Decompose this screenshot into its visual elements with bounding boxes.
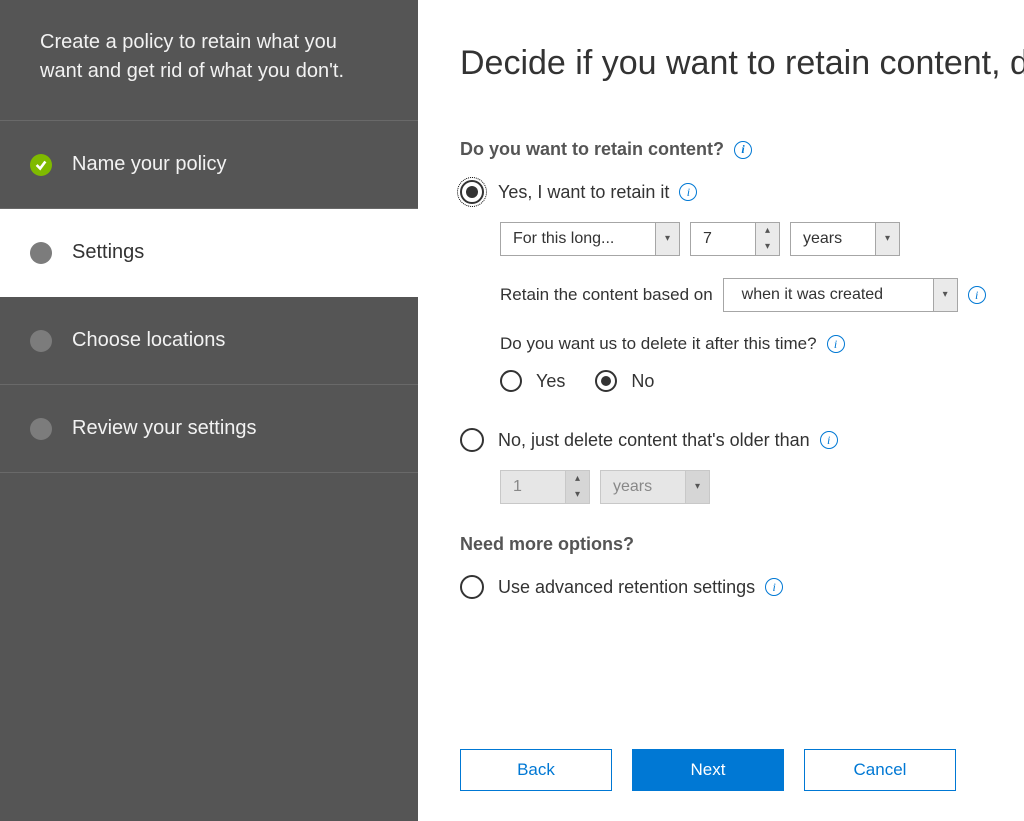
more-options-label: Need more options? — [460, 534, 1024, 555]
retain-duration-input[interactable]: 7 ▴▾ — [690, 222, 780, 256]
delete-duration-input: 1 ▴▾ — [500, 470, 590, 504]
option-retain-row: Yes, I want to retain it i — [460, 180, 1024, 204]
delete-question: Do you want us to delete it after this t… — [500, 334, 1024, 354]
chevron-down-icon: ▾ — [655, 223, 679, 255]
radio-delete-only-label: No, just delete content that's older tha… — [498, 430, 838, 451]
info-icon[interactable]: i — [679, 183, 697, 201]
info-icon[interactable]: i — [827, 335, 845, 353]
spinner-buttons[interactable]: ▴▾ — [755, 223, 779, 255]
option-advanced-row: Use advanced retention settings i — [460, 575, 1024, 599]
info-icon[interactable]: i — [734, 141, 752, 159]
radio-retain-label: Yes, I want to retain it i — [498, 182, 697, 203]
chevron-down-icon: ▾ — [933, 279, 957, 311]
info-icon[interactable]: i — [968, 286, 986, 304]
option-delete-only-row: No, just delete content that's older tha… — [460, 428, 1024, 452]
main-panel: Decide if you want to retain content, d … — [418, 0, 1024, 821]
step-choose-locations[interactable]: Choose locations — [0, 297, 418, 385]
step-name-your-policy[interactable]: Name your policy — [0, 121, 418, 209]
radio-advanced[interactable] — [460, 575, 484, 599]
page-title: Decide if you want to retain content, d — [460, 44, 1024, 83]
radio-delete-only[interactable] — [460, 428, 484, 452]
delete-yes-row: Yes — [500, 370, 565, 392]
cancel-button[interactable]: Cancel — [804, 749, 956, 791]
delete-no-row: No — [595, 370, 654, 392]
step-label: Choose locations — [72, 329, 225, 352]
wizard-sidebar: Create a policy to retain what you want … — [0, 0, 418, 821]
radio-delete-no[interactable] — [595, 370, 617, 392]
delete-unit-select: years ▾ — [600, 470, 710, 504]
step-dot-icon — [30, 242, 52, 264]
retain-mode-select[interactable]: For this long... ▾ — [500, 222, 680, 256]
step-label: Review your settings — [72, 417, 257, 440]
step-label: Name your policy — [72, 153, 227, 176]
info-icon[interactable]: i — [765, 578, 783, 596]
chevron-down-icon: ▾ — [875, 223, 899, 255]
check-icon — [30, 154, 52, 176]
back-button[interactable]: Back — [460, 749, 612, 791]
based-on-select[interactable]: when it was created ▾ — [723, 278, 958, 312]
next-button[interactable]: Next — [632, 749, 784, 791]
step-settings[interactable]: Settings — [0, 209, 418, 297]
retain-question: Do you want to retain content? i — [460, 139, 1024, 160]
retain-unit-select[interactable]: years ▾ — [790, 222, 900, 256]
based-on-label: Retain the content based on — [500, 285, 713, 305]
step-dot-icon — [30, 330, 52, 352]
spinner-buttons: ▴▾ — [565, 471, 589, 503]
step-label: Settings — [72, 241, 144, 264]
retain-config: For this long... ▾ 7 ▴▾ years ▾ Retain t… — [500, 222, 1024, 400]
step-review-settings[interactable]: Review your settings — [0, 385, 418, 473]
sidebar-description: Create a policy to retain what you want … — [0, 0, 418, 121]
radio-delete-yes[interactable] — [500, 370, 522, 392]
step-dot-icon — [30, 418, 52, 440]
info-icon[interactable]: i — [820, 431, 838, 449]
radio-retain[interactable] — [460, 180, 484, 204]
chevron-down-icon: ▾ — [685, 471, 709, 503]
radio-advanced-label: Use advanced retention settings i — [498, 577, 783, 598]
wizard-footer: Back Next Cancel — [460, 749, 956, 791]
delete-only-config: 1 ▴▾ years ▾ — [500, 470, 1024, 504]
